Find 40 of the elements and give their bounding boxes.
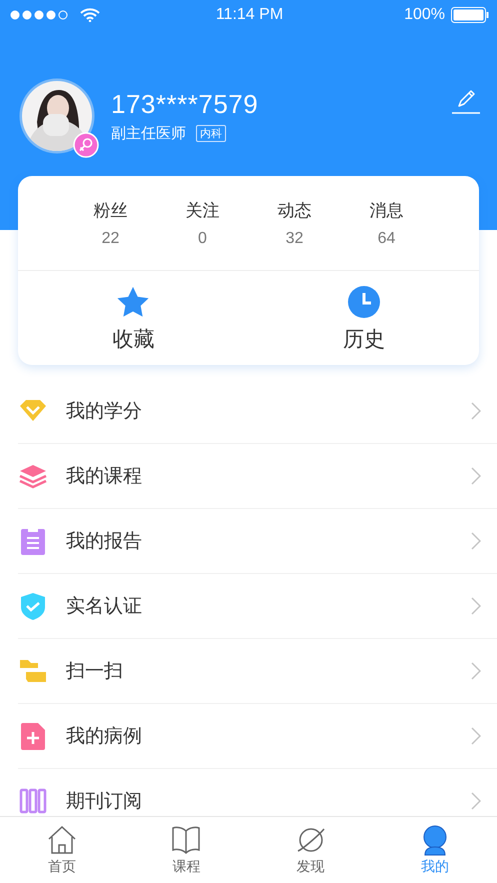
chevron-right-icon[interactable]	[471, 662, 481, 680]
edit-icon[interactable]	[451, 88, 481, 114]
shortcut-label[interactable]: 历史	[342, 325, 385, 353]
home-icon	[46, 824, 78, 856]
stat-label[interactable]: 消息	[370, 198, 404, 222]
chevron-right-icon[interactable]	[471, 532, 481, 550]
doctor-title: 副主任医师	[111, 124, 186, 143]
book-icon	[170, 824, 202, 856]
menu-item[interactable]: 扫一扫	[66, 658, 471, 684]
shortcut-label[interactable]: 收藏	[112, 325, 154, 353]
star-icon[interactable]	[116, 285, 150, 319]
status-time: 11:14 PM	[216, 6, 284, 24]
phone-number: 173****7579	[111, 89, 260, 120]
stat-label[interactable]: 动态	[278, 198, 312, 222]
tab[interactable]: 课程	[124, 817, 248, 883]
menu-item[interactable]: 我的报告	[66, 528, 471, 554]
department-tag: 内科	[196, 125, 226, 142]
stat-label[interactable]: 关注	[186, 198, 220, 222]
chevron-right-icon[interactable]	[471, 792, 481, 810]
chevron-right-icon[interactable]	[471, 597, 481, 615]
menu-item[interactable]: 我的课程	[66, 463, 471, 489]
tab[interactable]: 发现	[248, 817, 373, 883]
stat-label[interactable]: 粉丝	[94, 198, 128, 222]
wifi-icon	[80, 8, 100, 22]
stat-value: 0	[198, 230, 207, 248]
stat-value: 64	[378, 230, 396, 248]
female-icon	[73, 132, 99, 158]
menu-item[interactable]: 期刊订阅	[66, 788, 471, 814]
stat-value: 32	[286, 230, 304, 248]
chevron-right-icon[interactable]	[471, 467, 481, 485]
tab[interactable]: 首页	[0, 817, 124, 883]
battery-percent: 100%	[404, 6, 445, 24]
chevron-right-icon[interactable]	[471, 402, 481, 420]
stat-value: 22	[102, 230, 120, 248]
menu-item[interactable]: 实名认证	[66, 593, 471, 619]
menu-item[interactable]: 我的学分	[66, 398, 471, 424]
menu-item[interactable]: 我的病例	[66, 723, 471, 749]
battery-icon	[450, 7, 489, 23]
clock-icon[interactable]	[346, 285, 381, 319]
chevron-right-icon[interactable]	[471, 727, 481, 745]
